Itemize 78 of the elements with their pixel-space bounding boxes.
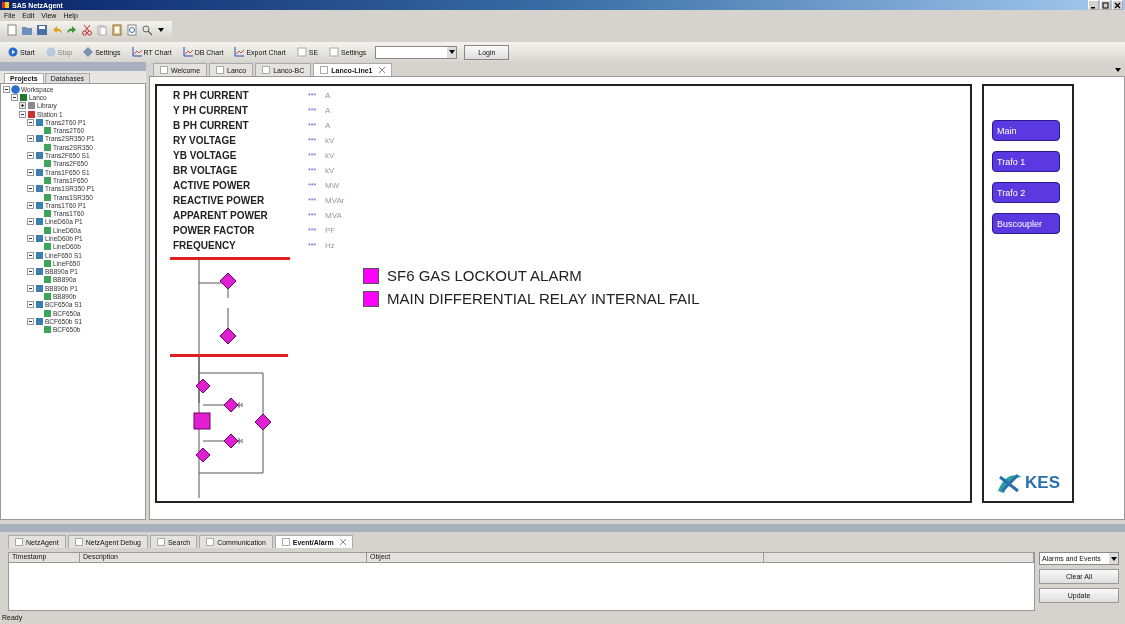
play-icon bbox=[8, 47, 18, 57]
screen-button[interactable]: Buscoupler bbox=[992, 213, 1060, 234]
measurement-label: REACTIVE POWER bbox=[173, 195, 266, 206]
station-icon bbox=[27, 109, 36, 119]
measurement-unit: A bbox=[325, 121, 331, 130]
measurement-unit: A bbox=[325, 106, 331, 115]
measurement-unit: kV bbox=[325, 151, 335, 160]
find-icon[interactable] bbox=[141, 23, 153, 36]
save-icon[interactable] bbox=[36, 23, 48, 36]
collapse-icon[interactable] bbox=[11, 93, 18, 101]
measurement-label: RY VOLTAGE bbox=[173, 135, 237, 146]
alarm-label: SF6 GAS LOCKOUT ALARM bbox=[387, 267, 582, 284]
logo-icon bbox=[996, 471, 1024, 495]
chart-icon bbox=[234, 47, 245, 57]
measurement-unit: MVA bbox=[325, 211, 342, 220]
collapse-icon[interactable] bbox=[27, 168, 34, 176]
collapse-icon[interactable] bbox=[27, 135, 34, 143]
expand-icon[interactable] bbox=[19, 102, 26, 110]
caret-icon bbox=[1110, 556, 1117, 561]
close-icon[interactable] bbox=[378, 67, 385, 73]
measurement-label: APPARENT POWER bbox=[173, 210, 269, 221]
minimize-button[interactable] bbox=[1088, 0, 1099, 10]
close-button[interactable] bbox=[1112, 0, 1123, 10]
measurement-label: ACTIVE POWER bbox=[173, 180, 252, 191]
checkbox-icon bbox=[296, 47, 307, 57]
measurement-unit: Hz bbox=[325, 241, 335, 250]
settings-icon bbox=[83, 47, 94, 57]
cut-icon[interactable] bbox=[81, 23, 93, 36]
collapse-icon[interactable] bbox=[27, 235, 34, 242]
screen-button[interactable]: Trafo 2 bbox=[992, 182, 1060, 203]
collapse-icon[interactable] bbox=[27, 118, 34, 126]
caret-icon bbox=[448, 50, 455, 54]
paste-icon[interactable] bbox=[111, 23, 123, 36]
station-dropdown[interactable] bbox=[375, 45, 458, 59]
measurement-unit: MW bbox=[325, 181, 340, 190]
preview-icon[interactable] bbox=[126, 23, 138, 36]
close-icon[interactable] bbox=[339, 539, 346, 545]
stop-icon bbox=[45, 47, 56, 57]
checkbox-icon bbox=[329, 47, 340, 57]
collapse-icon[interactable] bbox=[27, 284, 34, 292]
chart-icon bbox=[182, 47, 193, 57]
redo-icon[interactable] bbox=[66, 23, 78, 36]
collapse-icon[interactable] bbox=[27, 317, 34, 325]
measurement-unit: PF bbox=[325, 226, 336, 235]
measurement-label: POWER FACTOR bbox=[173, 225, 256, 236]
collapse-icon[interactable] bbox=[27, 268, 34, 276]
measurement-label: R PH CURRENT bbox=[173, 90, 250, 101]
maximize-button[interactable] bbox=[1100, 0, 1111, 10]
collapse-icon[interactable] bbox=[27, 201, 34, 209]
caret-icon[interactable] bbox=[158, 27, 164, 32]
measurement-label: FREQUENCY bbox=[173, 240, 237, 251]
alarm-label: MAIN DIFFERENTIAL RELAY INTERNAL FAIL bbox=[387, 290, 700, 307]
close-icon bbox=[1114, 1, 1121, 9]
collapse-icon[interactable] bbox=[3, 85, 10, 93]
measurement-label: BR VOLTAGE bbox=[173, 165, 239, 176]
maximize-icon bbox=[1102, 1, 1109, 9]
collapse-icon[interactable] bbox=[27, 301, 34, 309]
measurement-unit: kV bbox=[325, 136, 335, 145]
app-icon bbox=[2, 2, 9, 8]
collapse-icon[interactable] bbox=[27, 185, 34, 193]
screen-button[interactable]: Main bbox=[992, 120, 1060, 141]
measurement-label: Y PH CURRENT bbox=[173, 105, 249, 116]
collapse-icon[interactable] bbox=[19, 110, 26, 118]
logo-text: KES bbox=[1025, 473, 1060, 493]
chart-icon bbox=[131, 47, 142, 57]
collapse-icon[interactable] bbox=[27, 152, 34, 159]
measurement-label: B PH CURRENT bbox=[173, 120, 250, 131]
database-icon bbox=[19, 92, 28, 102]
globe-icon bbox=[11, 84, 20, 94]
measurement-unit: MVAr bbox=[325, 196, 345, 205]
collapse-icon[interactable] bbox=[27, 251, 34, 259]
screen-button[interactable]: Trafo 1 bbox=[992, 151, 1060, 172]
library-icon bbox=[27, 101, 36, 111]
collapse-icon[interactable] bbox=[27, 218, 34, 226]
measurement-unit: kV bbox=[325, 166, 335, 175]
measurement-label: YB VOLTAGE bbox=[173, 150, 238, 161]
caret-icon[interactable] bbox=[1115, 68, 1121, 72]
measurement-unit: A bbox=[325, 91, 331, 100]
